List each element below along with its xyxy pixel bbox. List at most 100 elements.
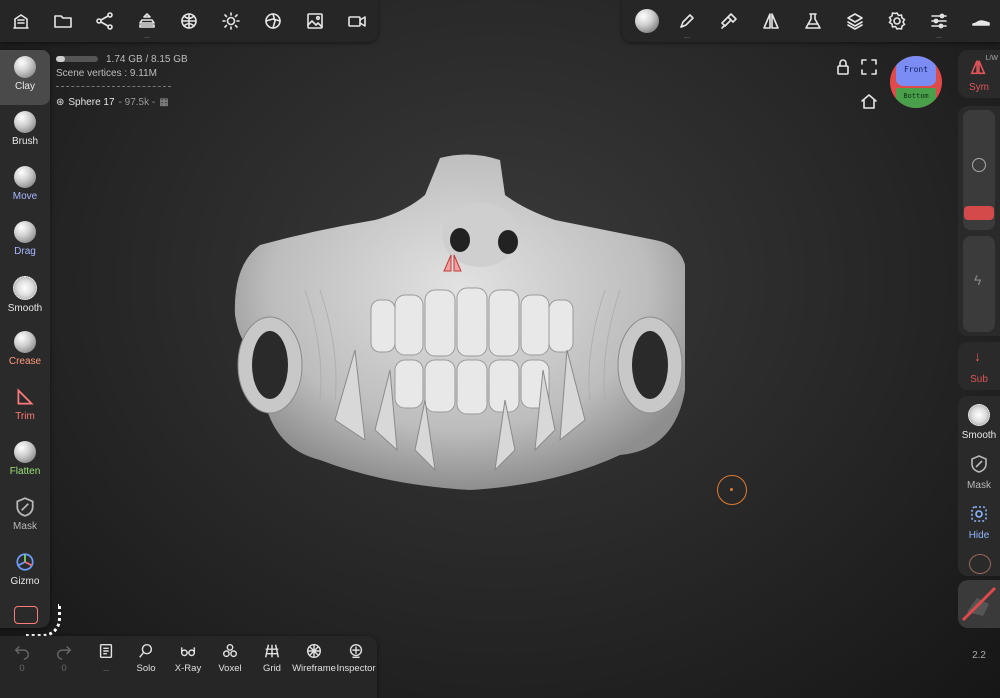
lock-icon[interactable] <box>830 54 856 80</box>
stack-icon[interactable]: ... <box>134 8 160 40</box>
mesh-sphere-icon[interactable] <box>176 8 202 34</box>
tool-mask[interactable]: Mask <box>0 490 50 545</box>
tool-move[interactable]: Move <box>0 160 50 215</box>
brush-pen-icon[interactable]: ... <box>674 8 700 40</box>
view-cube-bottom[interactable]: Bottom <box>896 88 936 108</box>
gizmo-icon <box>14 551 36 573</box>
drag-icon <box>14 221 36 243</box>
fullscreen-icon[interactable] <box>856 54 882 80</box>
tool-drag[interactable]: Drag <box>0 215 50 270</box>
radius-handle[interactable] <box>964 206 994 220</box>
top-right-toolbar: ... ... <box>622 0 1000 42</box>
magnifier-icon <box>139 643 153 658</box>
tool-panel-scroll-handle[interactable] <box>26 604 61 637</box>
sliders-icon[interactable]: ... <box>926 8 952 40</box>
voxel-button[interactable]: Voxel <box>208 642 252 674</box>
xray-glasses-icon <box>180 647 196 657</box>
sub-button[interactable]: ↓ Sub <box>958 342 1000 390</box>
lightning-icon: ϟ <box>974 272 982 288</box>
radius-icon <box>972 158 986 172</box>
inspector-label: Inspector <box>336 663 376 674</box>
settings-icon[interactable] <box>884 8 910 34</box>
tool-smooth[interactable]: Smooth <box>0 270 50 325</box>
grid-icon <box>264 644 280 658</box>
viewport-model[interactable] <box>225 150 695 495</box>
mask-icon <box>971 455 987 473</box>
version-label: 2.2 <box>972 650 986 661</box>
brush-cursor-center <box>730 488 733 491</box>
voxel-icon <box>222 643 238 658</box>
notes-icon <box>99 643 113 659</box>
layers-icon[interactable] <box>842 8 868 34</box>
arrow-down-icon: ↓ <box>974 348 981 364</box>
image-icon[interactable] <box>302 8 328 34</box>
gizmo-quick-icon[interactable] <box>969 554 991 574</box>
sym-label: Sym <box>969 82 989 93</box>
tool-clay[interactable]: Clay <box>0 50 50 105</box>
wireframe-sphere-icon <box>306 643 322 659</box>
wireframe-button[interactable]: Wireframe <box>292 642 336 674</box>
top-left-toolbar: ... <box>0 0 378 42</box>
brush-sliders: ϟ <box>958 106 1000 336</box>
xray-button[interactable]: X-Ray <box>166 642 210 674</box>
grid-label: Grid <box>263 663 281 674</box>
mask-quick-button[interactable]: Mask <box>958 452 1000 500</box>
material-ball-icon[interactable] <box>260 8 286 34</box>
solo-label: Solo <box>136 663 156 674</box>
share-graph-icon[interactable] <box>92 8 118 34</box>
paint-icon[interactable] <box>716 8 742 34</box>
redo-button[interactable]: 0 <box>42 642 86 674</box>
undo-button[interactable]: 0 <box>0 642 44 674</box>
flatten-icon <box>14 441 36 463</box>
undo-count: 0 <box>19 663 25 674</box>
sub-label: Sub <box>970 374 988 385</box>
symmetry-icon[interactable] <box>758 8 784 34</box>
material-sphere-icon[interactable] <box>632 6 662 36</box>
view-cube-front[interactable]: Front <box>896 56 936 86</box>
bottom-bar: 0 0 ... Solo X-Ray Voxel Grid Wireframe … <box>0 636 377 698</box>
symmetry-icon <box>970 60 986 75</box>
memory-bar-fill <box>56 56 65 62</box>
hide-label: Hide <box>968 530 990 541</box>
hide-icon <box>971 506 987 522</box>
quick-tools: Smooth Mask Hide <box>958 396 1000 576</box>
tool-brush[interactable]: Brush <box>0 105 50 160</box>
hide-quick-button[interactable]: Hide <box>958 502 1000 550</box>
object-name: Sphere 17 <box>68 97 115 108</box>
brush-icon <box>14 111 36 133</box>
object-info[interactable]: ⊛ Sphere 17 - 97.5k - ▦ <box>56 97 169 108</box>
sun-icon[interactable] <box>218 8 244 34</box>
right-panel: L/W Sym ϟ ↓ Sub Smooth Mask Hide <box>958 50 1000 630</box>
flask-icon[interactable] <box>800 8 826 34</box>
mesh-sphere-icon: ⊛ <box>56 97 65 108</box>
camera-icon[interactable] <box>344 8 370 34</box>
tool-trim[interactable]: Trim <box>0 380 50 435</box>
inspector-button[interactable]: Inspector <box>334 642 378 674</box>
object-detail: - 97.5k - <box>118 97 156 108</box>
view-cube[interactable]: Front Bottom <box>890 56 942 108</box>
redo-icon <box>56 645 72 660</box>
radius-slider[interactable] <box>963 110 995 230</box>
folder-icon[interactable] <box>50 8 76 34</box>
tool-flatten[interactable]: Flatten <box>0 435 50 490</box>
memory-text: 1.74 GB / 8.15 GB <box>106 54 188 65</box>
home-icon[interactable] <box>856 88 882 114</box>
cancel-stroke-button[interactable] <box>958 580 1000 628</box>
mask-label: Mask <box>967 480 991 491</box>
grid-button[interactable]: Grid <box>250 642 294 674</box>
smooth-quick-button[interactable]: Smooth <box>958 400 1000 448</box>
tool-gizmo[interactable]: Gizmo <box>0 545 50 600</box>
checker-icon: ▦ <box>159 97 169 108</box>
redo-count: 0 <box>61 663 67 674</box>
smooth-icon <box>13 276 37 300</box>
solo-button[interactable]: Solo <box>124 642 168 674</box>
notes-button[interactable]: ... <box>84 642 128 674</box>
wireframe-label: Wireframe <box>292 663 336 674</box>
shoe-icon[interactable] <box>968 8 994 34</box>
sym-button[interactable]: L/W Sym <box>958 50 1000 98</box>
no-brush-icon <box>961 586 997 622</box>
tool-crease[interactable]: Crease <box>0 325 50 380</box>
mask-icon <box>14 496 36 518</box>
scene-icon[interactable] <box>8 8 34 34</box>
intensity-slider[interactable]: ϟ <box>963 236 995 332</box>
